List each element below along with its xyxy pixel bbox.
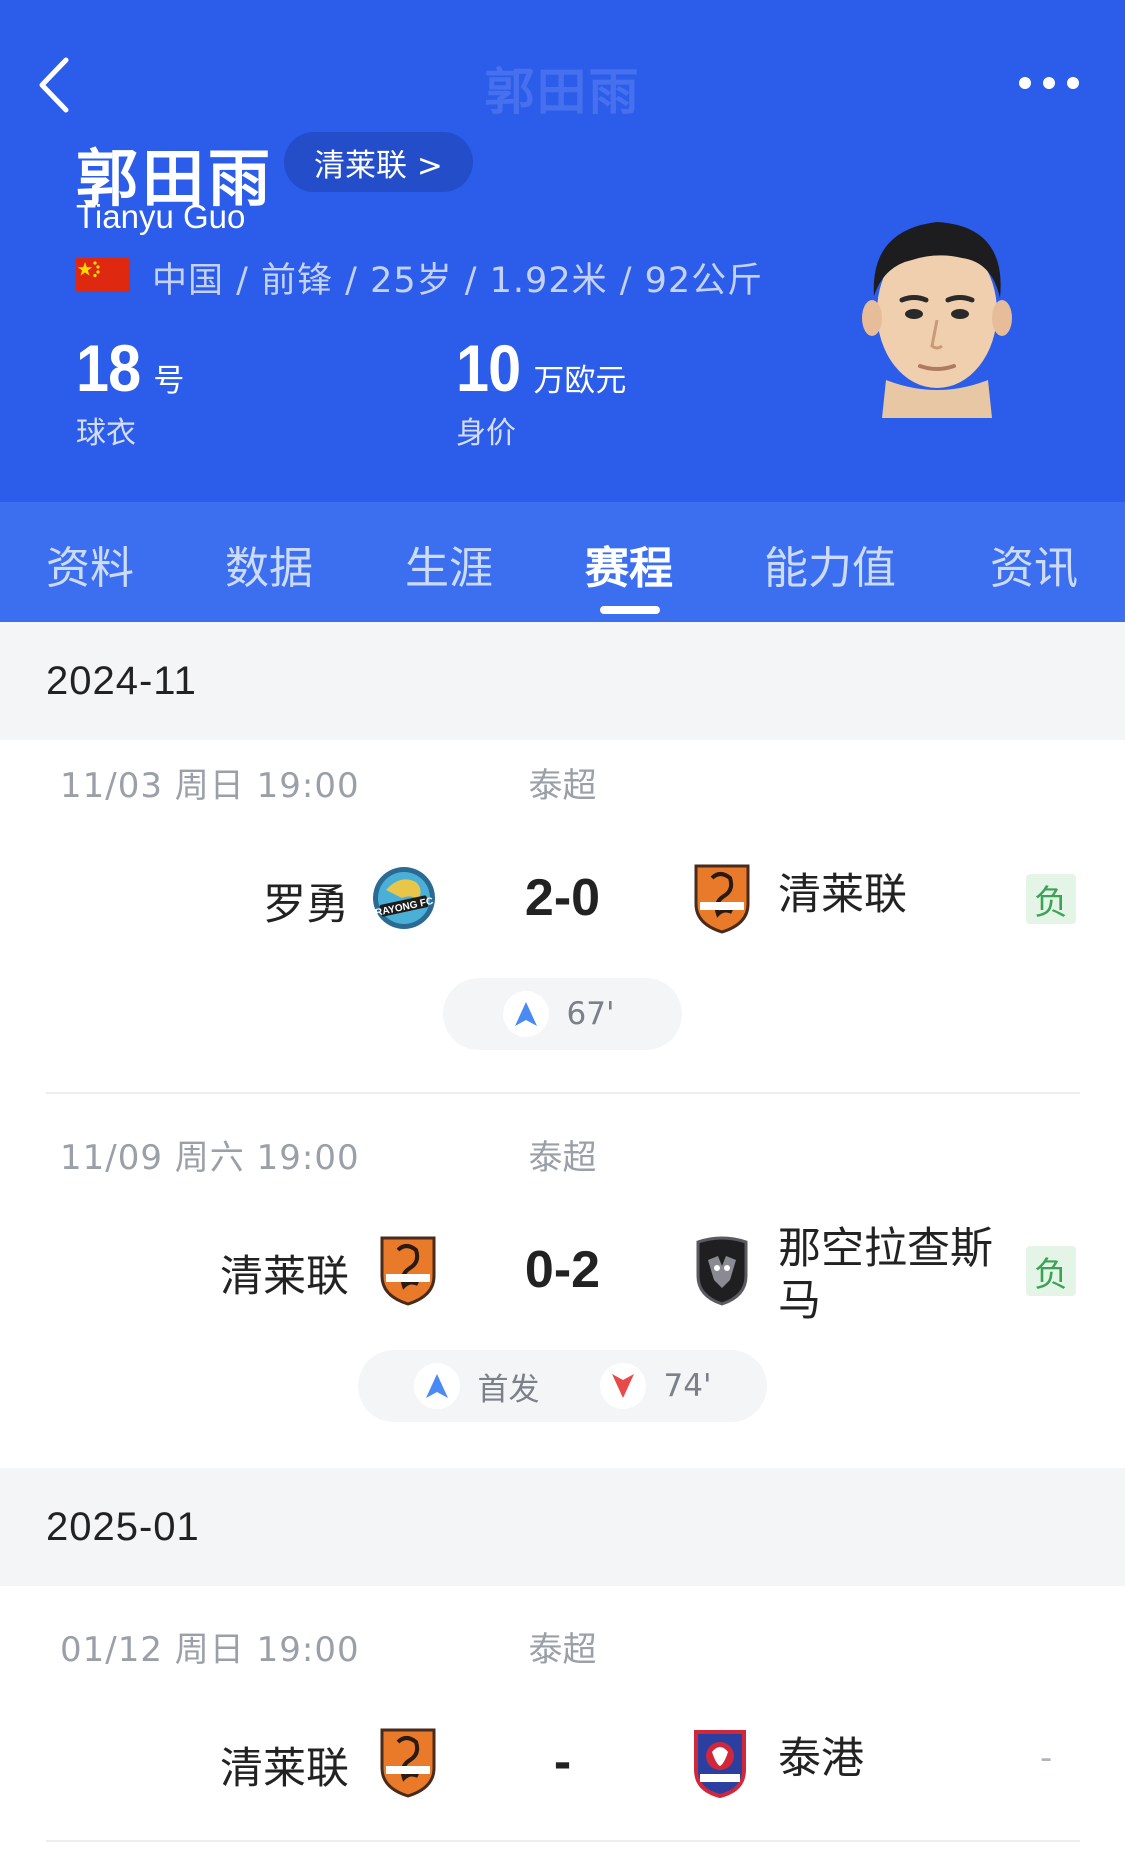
away-team-name-line2: 马: [778, 1275, 821, 1326]
match-result-badge: 负: [1026, 874, 1076, 924]
event-item: 67': [502, 991, 615, 1037]
event-text: 67': [566, 996, 615, 1032]
tab-profile[interactable]: 资料: [46, 532, 134, 596]
shirt-number-unit: 号: [153, 363, 185, 399]
player-header: 郭田雨 郭田雨 清莱联 > Tianyu Guo 中国 / 前锋 / 25岁 /…: [0, 0, 1125, 502]
divider: [46, 1092, 1080, 1094]
more-options-icon[interactable]: [1019, 72, 1079, 94]
chiangrai-united-logo: [694, 864, 750, 934]
player-name-english: Tianyu Guo: [76, 198, 246, 235]
player-avatar: [862, 222, 1012, 418]
away-team-name: 清莱联: [778, 870, 907, 920]
tab-career[interactable]: 生涯: [405, 532, 493, 596]
tab-news[interactable]: 资讯: [990, 532, 1078, 596]
divider: [46, 1840, 1080, 1842]
match-league: 泰超: [528, 1138, 597, 1178]
match-row[interactable]: 01/12 周日 19:00 泰超 清莱联 - 泰港 -: [0, 1604, 1125, 1844]
away-team-name-line1: 那空拉查斯: [778, 1224, 993, 1274]
month-header: 2024-11: [0, 622, 1125, 740]
nav-title: 郭田雨: [484, 63, 641, 121]
tab-stats[interactable]: 数据: [225, 532, 313, 596]
china-flag-icon: [76, 258, 130, 292]
market-value-unit: 万欧元: [533, 363, 627, 399]
nakhon-ratchasima-logo: [696, 1236, 748, 1306]
tab-ability[interactable]: 能力值: [764, 532, 896, 596]
market-value-stat: 10 万欧元 身价: [456, 330, 626, 452]
match-league: 泰超: [528, 1630, 597, 1670]
event-item: 首发: [413, 1363, 540, 1409]
shirt-number-stat: 18 号 球衣: [76, 330, 184, 452]
away-team-name: 泰港: [778, 1734, 864, 1784]
shirt-number: 18: [76, 331, 141, 405]
match-score: 2-0: [524, 869, 601, 927]
match-league: 泰超: [528, 766, 597, 806]
market-value-label: 身价: [456, 416, 516, 451]
sub-out-icon: [599, 1363, 646, 1409]
event-item: 74': [599, 1363, 712, 1409]
player-info-line: 中国 / 前锋 / 25岁 / 1.92米 / 92公斤: [152, 261, 764, 301]
shirt-label: 球衣: [76, 416, 136, 451]
sub-in-icon: [502, 991, 549, 1037]
player-events: 67': [0, 978, 1125, 1050]
team-link-button[interactable]: 清莱联 >: [284, 132, 473, 192]
event-pill: 首发 74': [357, 1350, 768, 1422]
port-fc-logo: [694, 1730, 746, 1799]
event-pill: 67': [442, 978, 683, 1050]
away-team-name: 那空拉查斯 马: [778, 1224, 993, 1327]
month-header: 2025-01: [0, 1468, 1125, 1586]
market-value: 10: [456, 331, 521, 405]
event-text: 74': [663, 1368, 712, 1404]
sub-in-icon: [413, 1363, 460, 1409]
match-result: -: [1040, 1738, 1053, 1778]
match-row[interactable]: 11/09 周六 19:00 泰超 清莱联 0-2 那空拉查斯 马 负 首发 7…: [0, 1112, 1125, 1468]
tab-schedule[interactable]: 赛程: [585, 532, 673, 596]
event-text: 首发: [477, 1371, 540, 1408]
match-row[interactable]: 11/03 周日 19:00 泰超 罗勇 RAYONG FC 2-0 清莱联 负…: [0, 740, 1125, 1094]
active-tab-indicator: [600, 606, 660, 614]
match-score: -: [553, 1733, 572, 1791]
player-events: 首发 74': [0, 1350, 1125, 1422]
tab-bar: 资料 数据 生涯 赛程 能力值 资讯: [0, 502, 1125, 622]
match-result-badge: 负: [1026, 1246, 1076, 1296]
